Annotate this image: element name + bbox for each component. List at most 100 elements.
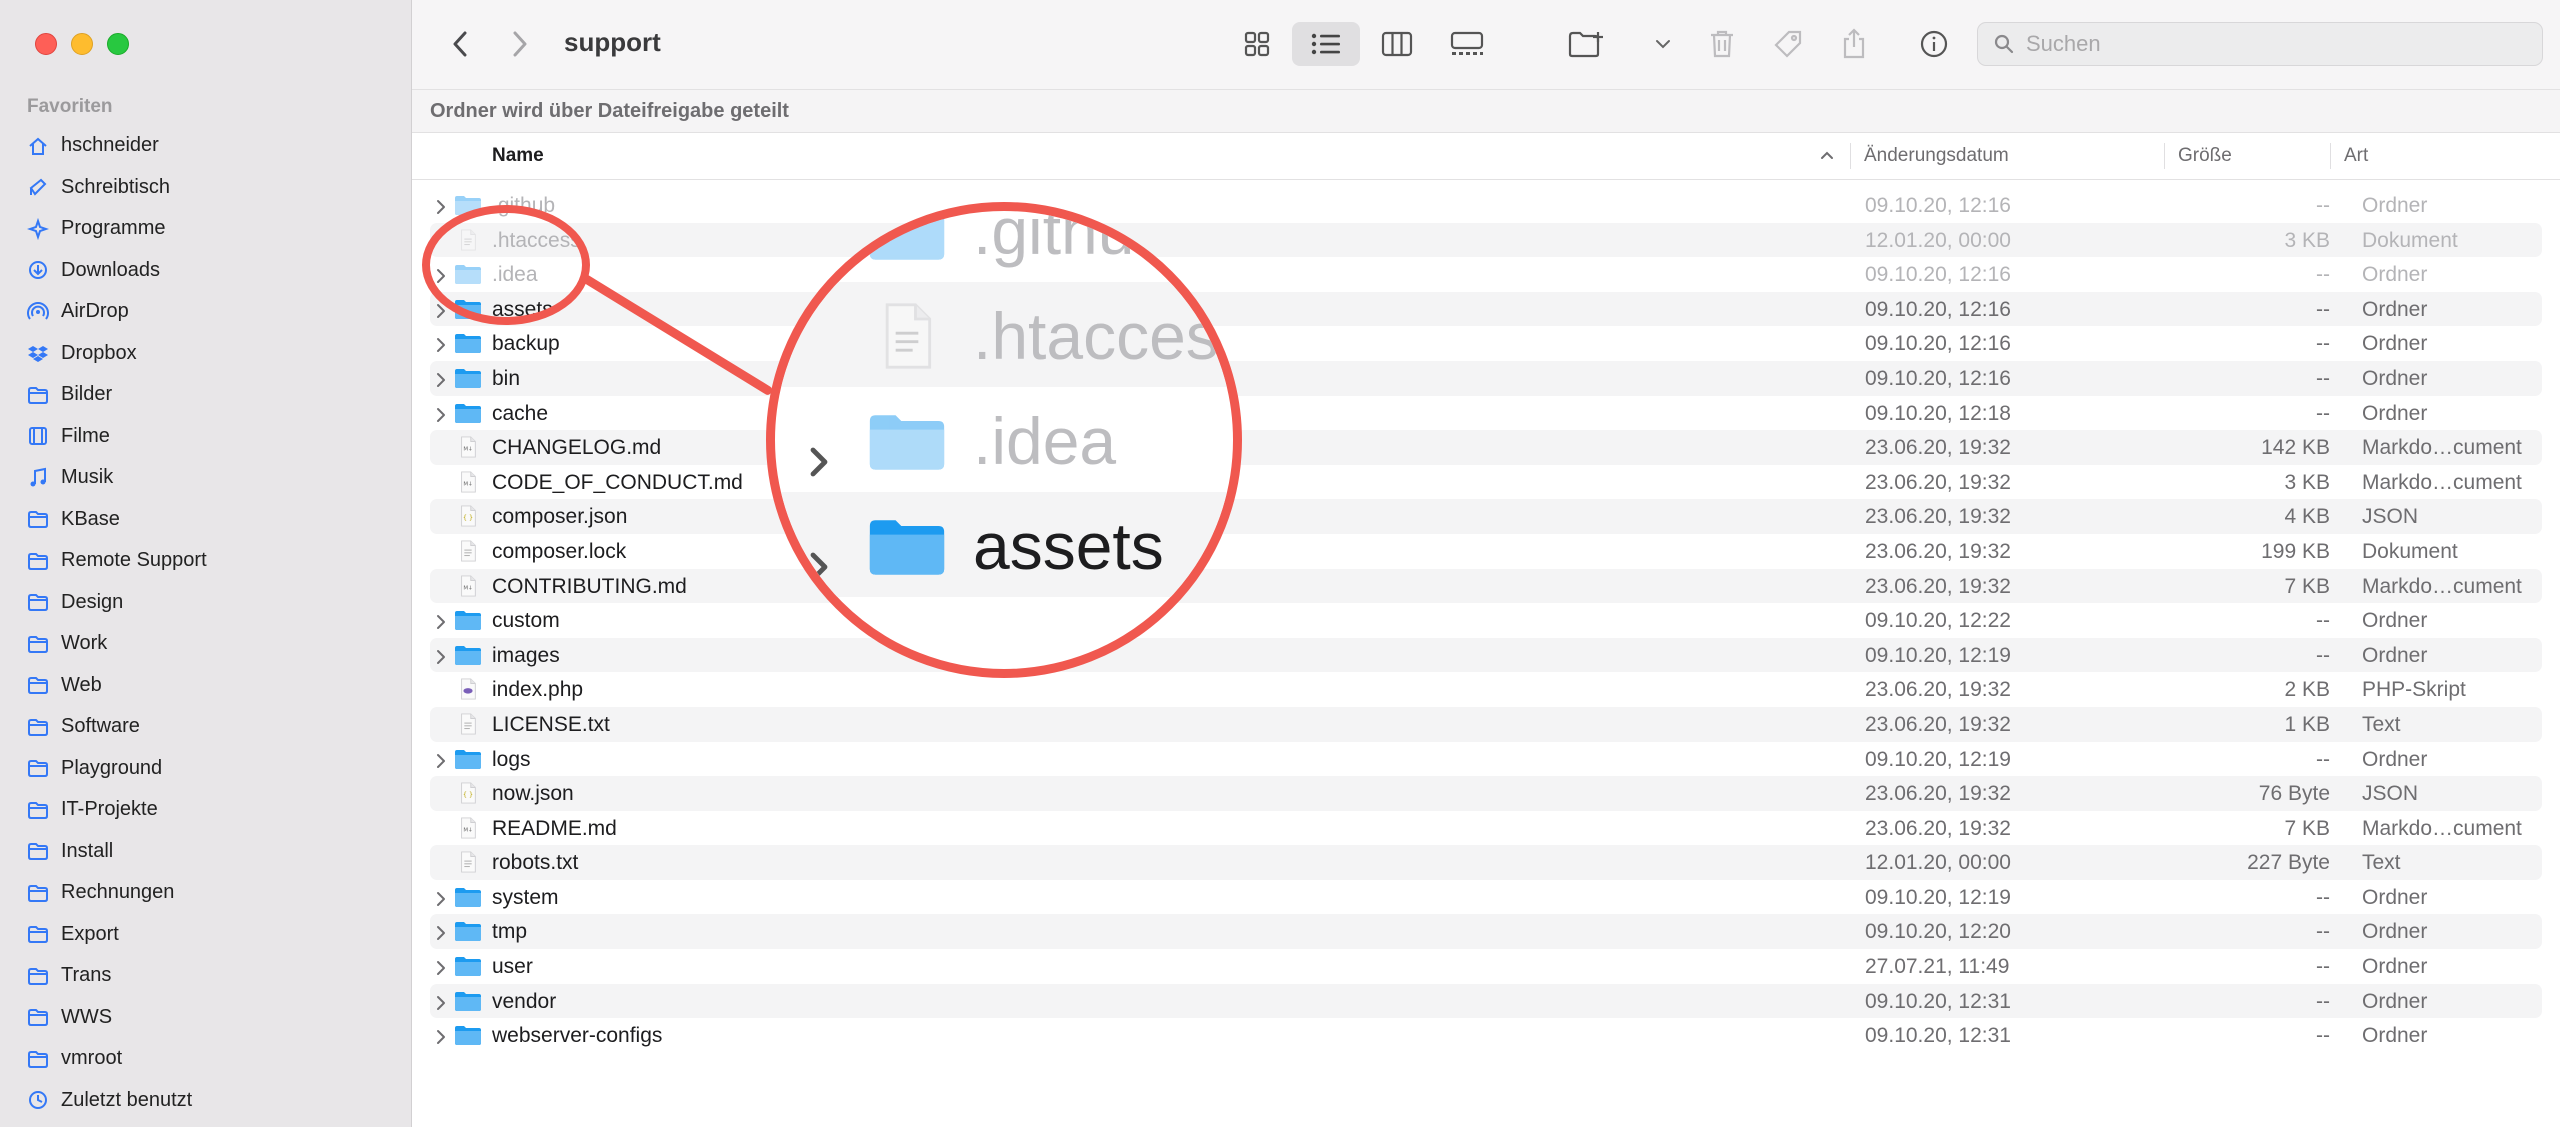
sidebar-item-wws[interactable]: WWS [27,997,411,1039]
sidebar-item-install[interactable]: Install [27,831,411,873]
table-row[interactable]: images 09.10.20, 12:19 -- Ordner [430,637,2542,673]
table-row[interactable]: user 27.07.21, 11:49 -- Ordner [430,949,2542,984]
file-icon [454,678,482,700]
disclosure-chevron-icon[interactable] [434,405,448,422]
sidebar-item-musik[interactable]: Musik [27,457,411,499]
table-row[interactable]: M↓ CHANGELOG.md 23.06.20, 19:32 142 KB Markd… [430,430,2542,465]
table-row[interactable]: webserver-configs 09.10.20, 12:31 -- Ordner [430,1018,2542,1053]
more-actions-dropdown[interactable] [1648,22,1678,66]
list-view-button[interactable] [1292,22,1360,66]
trash-button[interactable] [1702,22,1742,66]
forward-button[interactable] [502,26,538,62]
table-row[interactable]: index.php 23.06.20, 19:32 2 KB PHP-Skript [430,672,2542,707]
table-row[interactable]: M↓ CODE_OF_CONDUCT.md 23.06.20, 19:32 3 KB M… [430,465,2542,500]
sidebar-item-filme[interactable]: Filme [27,416,411,458]
disclosure-chevron-icon[interactable] [434,1027,448,1045]
disclosure-chevron-icon[interactable] [434,958,448,976]
table-row[interactable]: tmp 09.10.20, 12:20 -- Ordner [430,914,2542,950]
gallery-view-button[interactable] [1442,22,1492,66]
table-row[interactable]: backup 09.10.20, 12:16 -- Ordner [430,326,2542,361]
disclosure-chevron-icon[interactable] [434,647,448,664]
sidebar-item-vmroot[interactable]: vmroot [27,1038,411,1080]
sidebar-item-kbase[interactable]: KBase [27,499,411,541]
zoom-button[interactable] [107,33,129,55]
table-row[interactable]: vendor 09.10.20, 12:31 -- Ordner [430,983,2542,1019]
disclosure-chevron-icon[interactable] [434,335,448,353]
sidebar-item-programme[interactable]: Programme [27,208,411,250]
file-date: 09.10.20, 12:20 [1865,920,2011,944]
file-name: CONTRIBUTING.md [492,574,687,598]
file-date: 09.10.20, 12:16 [1865,263,2011,287]
search-input[interactable] [2024,30,2508,58]
sidebar-item-export[interactable]: Export [27,914,411,956]
minimize-button[interactable] [71,33,93,55]
file-kind: JSON [2362,505,2419,529]
back-button[interactable] [442,26,478,62]
close-button[interactable] [35,33,57,55]
zoom-magnifier: .github .htaccess .idea assets [766,202,1242,678]
file-kind: Markdo…cument [2362,816,2522,840]
sidebar-item-playground[interactable]: Playground [27,748,411,790]
chevron-right-icon [513,31,527,57]
table-row[interactable]: M↓ README.md 23.06.20, 19:32 7 KB Markdo…cum… [430,811,2542,846]
sidebar-item-label: hschneider [61,134,159,157]
dropbox-icon [27,342,49,364]
table-row[interactable]: { } composer.json 23.06.20, 19:32 4 KB JSON [430,499,2542,534]
column-name[interactable]: Name [492,145,544,167]
sidebar-item-bilder[interactable]: Bilder [27,374,411,416]
table-row[interactable]: .idea 09.10.20, 12:16 -- Ordner [430,257,2542,292]
disclosure-chevron-icon[interactable] [434,889,448,906]
disclosure-chevron-icon[interactable] [434,197,448,214]
film-icon [27,425,49,447]
file-size: -- [2316,1024,2330,1048]
sidebar-item-downloads[interactable]: Downloads [27,250,411,292]
sidebar-item-software[interactable]: Software [27,706,411,748]
search-field[interactable] [1977,22,2543,66]
new-folder-button[interactable] [1562,22,1612,66]
table-row[interactable]: M↓ CONTRIBUTING.md 23.06.20, 19:32 7 KB Mark… [430,568,2542,604]
applications-icon [27,217,49,240]
tag-button[interactable] [1768,22,1808,66]
disclosure-chevron-icon[interactable] [434,370,448,387]
table-row[interactable]: { } now.json 23.06.20, 19:32 76 Byte JSON [430,776,2542,811]
sidebar-item-hschneider[interactable]: hschneider [27,125,411,167]
file-name: logs [492,747,531,771]
sidebar-item-trans[interactable]: Trans [27,955,411,997]
table-row[interactable]: .github 09.10.20, 12:16 -- Ordner [430,188,2542,223]
icon-view-button[interactable] [1232,22,1282,66]
table-row[interactable]: .htaccess 12.01.20, 00:00 3 KB Dokument [430,222,2542,258]
table-row[interactable]: custom 09.10.20, 12:22 -- Ordner [430,603,2542,638]
table-row[interactable]: cache 09.10.20, 12:18 -- Ordner [430,396,2542,431]
table-row[interactable]: system 09.10.20, 12:19 -- Ordner [430,880,2542,915]
sidebar-item-dropbox[interactable]: Dropbox [27,333,411,375]
sidebar-item-label: Software [61,715,140,738]
column-view-button[interactable] [1372,22,1422,66]
disclosure-chevron-icon[interactable] [434,993,448,1010]
file-kind: Ordner [2362,366,2428,390]
column-date[interactable]: Änderungsdatum [1864,145,2009,167]
disclosure-chevron-icon[interactable] [434,751,448,768]
sidebar-item-airdrop[interactable]: AirDrop [27,291,411,333]
sidebar-item-zuletzt-benutzt[interactable]: Zuletzt benutzt [27,1080,411,1122]
table-row[interactable]: assets 09.10.20, 12:16 -- Ordner [430,291,2542,327]
sidebar-item-web[interactable]: Web [27,665,411,707]
disclosure-chevron-icon[interactable] [434,612,448,630]
share-button[interactable] [1834,22,1874,66]
disclosure-chevron-icon[interactable] [434,923,448,941]
sidebar-item-work[interactable]: Work [27,623,411,665]
table-row[interactable]: LICENSE.txt 23.06.20, 19:32 1 KB Text [430,706,2542,742]
file-size: -- [2316,297,2330,321]
column-size[interactable]: Größe [2178,145,2232,167]
sidebar-item-rechnungen[interactable]: Rechnungen [27,872,411,914]
column-kind[interactable]: Art [2344,145,2368,167]
sidebar-item-it-projekte[interactable]: IT-Projekte [27,789,411,831]
table-row[interactable]: logs 09.10.20, 12:19 -- Ordner [430,742,2542,777]
sidebar-item-remote-support[interactable]: Remote Support [27,540,411,582]
table-row[interactable]: composer.lock 23.06.20, 19:32 199 KB Dokume… [430,534,2542,569]
sidebar-item-design[interactable]: Design [27,582,411,624]
info-button[interactable] [1914,22,1954,66]
sidebar-item-label: Rechnungen [61,881,175,904]
downloads-icon [27,259,49,281]
sidebar-item-schreibtisch[interactable]: Schreibtisch [27,167,411,209]
table-row[interactable]: robots.txt 12.01.20, 00:00 227 Byte Text [430,845,2542,880]
